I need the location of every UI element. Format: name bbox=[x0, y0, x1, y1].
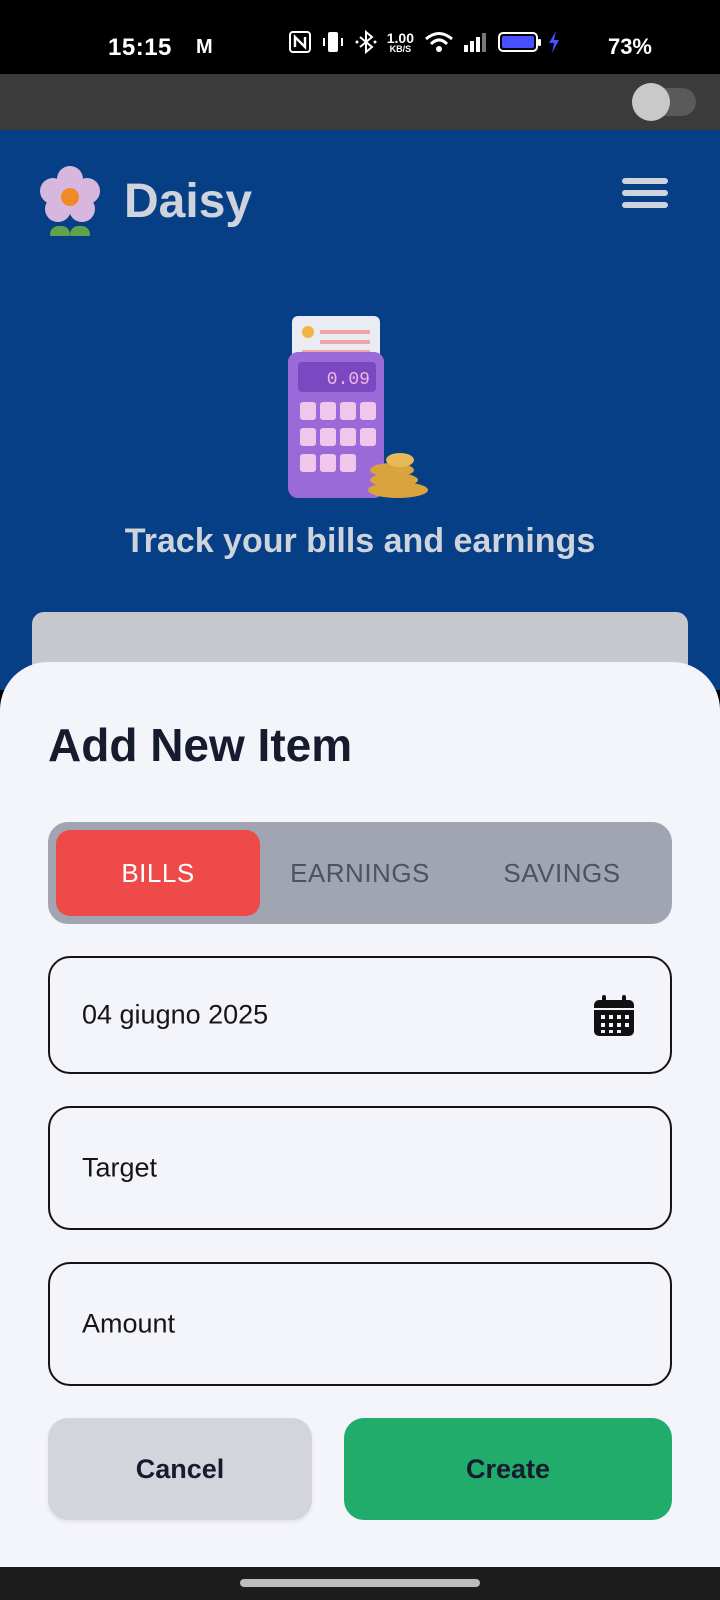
top-toolbar bbox=[0, 74, 720, 130]
net-speed-unit: KB/S bbox=[389, 43, 412, 54]
calendar-icon[interactable] bbox=[592, 994, 636, 1038]
gmail-icon: M bbox=[196, 36, 213, 58]
daisy-logo-icon bbox=[40, 166, 100, 236]
app-name: Daisy bbox=[124, 174, 253, 228]
nfc-icon bbox=[288, 31, 311, 53]
status-time: 15:15 bbox=[108, 34, 172, 61]
home-gesture-handle[interactable] bbox=[240, 1579, 480, 1587]
target-placeholder: Target bbox=[82, 1152, 158, 1183]
amount-input[interactable]: Amount bbox=[48, 1262, 672, 1386]
status-icons: 1.00 KB/S bbox=[288, 30, 560, 54]
net-speed: 1.00 KB/S bbox=[387, 31, 414, 54]
calculator-illustration-icon: 0.09 bbox=[288, 316, 428, 498]
wifi-icon bbox=[425, 32, 453, 52]
net-speed-value: 1.00 bbox=[386, 29, 414, 46]
battery-percent: 73% bbox=[607, 34, 652, 59]
hamburger-menu-icon[interactable] bbox=[622, 178, 668, 210]
charging-icon bbox=[549, 31, 559, 53]
status-bar: 15:15 M 1.00 KB/S 73% bbox=[0, 0, 720, 74]
theme-toggle[interactable] bbox=[632, 83, 696, 121]
amount-placeholder: Amount bbox=[82, 1308, 176, 1339]
tab-bills[interactable]: BILLS bbox=[56, 830, 260, 916]
brand: Daisy bbox=[40, 166, 252, 236]
toggle-knob bbox=[632, 83, 670, 121]
date-field[interactable]: 04 giugno 2025 bbox=[48, 956, 672, 1074]
app-header: Daisy 0.09 Track your bills and earnings bbox=[0, 130, 720, 692]
sheet-title: Add New Item bbox=[48, 719, 353, 771]
battery-icon bbox=[498, 32, 541, 52]
date-value: 04 giugno 2025 bbox=[82, 999, 269, 1030]
target-input[interactable]: Target bbox=[48, 1106, 672, 1230]
add-item-sheet: Add New Item BILLS EARNINGS SAVINGS 04 g… bbox=[0, 662, 720, 1567]
system-nav-bar bbox=[0, 1567, 720, 1600]
tab-earnings[interactable]: EARNINGS bbox=[258, 830, 462, 916]
create-button[interactable]: Create bbox=[344, 1418, 672, 1520]
tab-savings[interactable]: SAVINGS bbox=[460, 830, 664, 916]
signal-icon bbox=[464, 33, 486, 52]
calculator-display: 0.09 bbox=[327, 370, 370, 390]
cancel-button[interactable]: Cancel bbox=[48, 1418, 312, 1520]
vibrate-icon bbox=[322, 32, 343, 52]
item-type-selector: BILLS EARNINGS SAVINGS bbox=[48, 822, 672, 924]
tagline: Track your bills and earnings bbox=[124, 522, 596, 560]
bluetooth-icon bbox=[355, 30, 377, 54]
